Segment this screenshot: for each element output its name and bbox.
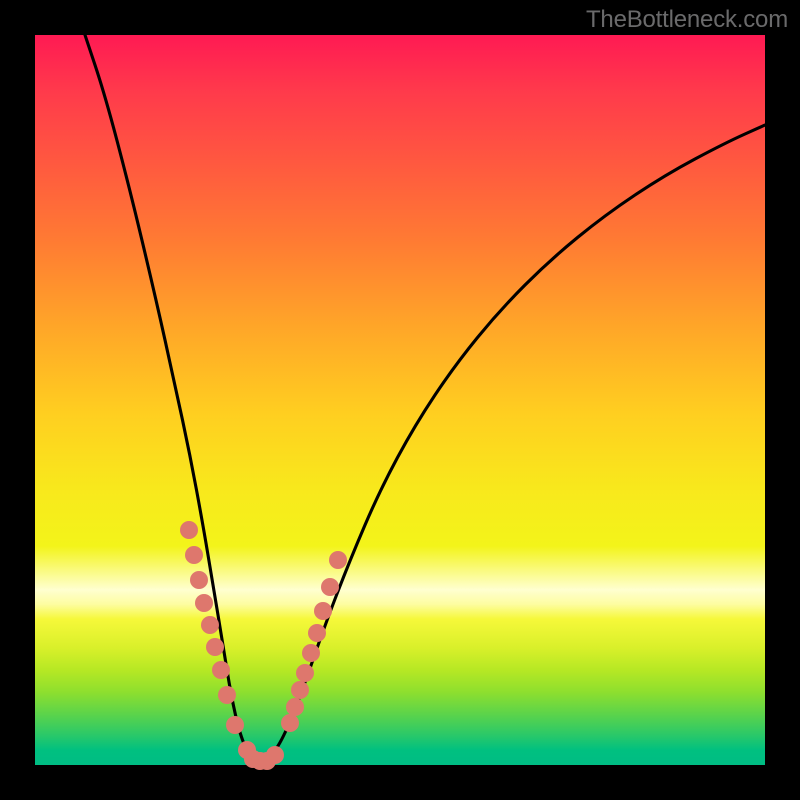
marker-dot — [185, 546, 203, 564]
marker-dot — [201, 616, 219, 634]
marker-dot — [218, 686, 236, 704]
marker-dot — [266, 746, 284, 764]
marker-dot — [281, 714, 299, 732]
marker-dot — [296, 664, 314, 682]
data-markers — [180, 521, 347, 770]
marker-dot — [321, 578, 339, 596]
marker-dot — [206, 638, 224, 656]
marker-dot — [286, 698, 304, 716]
marker-dot — [190, 571, 208, 589]
marker-dot — [226, 716, 244, 734]
marker-dot — [308, 624, 326, 642]
marker-dot — [329, 551, 347, 569]
bottleneck-curve — [85, 35, 765, 761]
chart-overlay — [35, 35, 765, 765]
marker-dot — [212, 661, 230, 679]
outer-frame: TheBottleneck.com — [0, 0, 800, 800]
marker-dot — [291, 681, 309, 699]
marker-dot — [195, 594, 213, 612]
marker-dot — [314, 602, 332, 620]
marker-dot — [180, 521, 198, 539]
watermark-text: TheBottleneck.com — [586, 6, 788, 34]
marker-dot — [302, 644, 320, 662]
